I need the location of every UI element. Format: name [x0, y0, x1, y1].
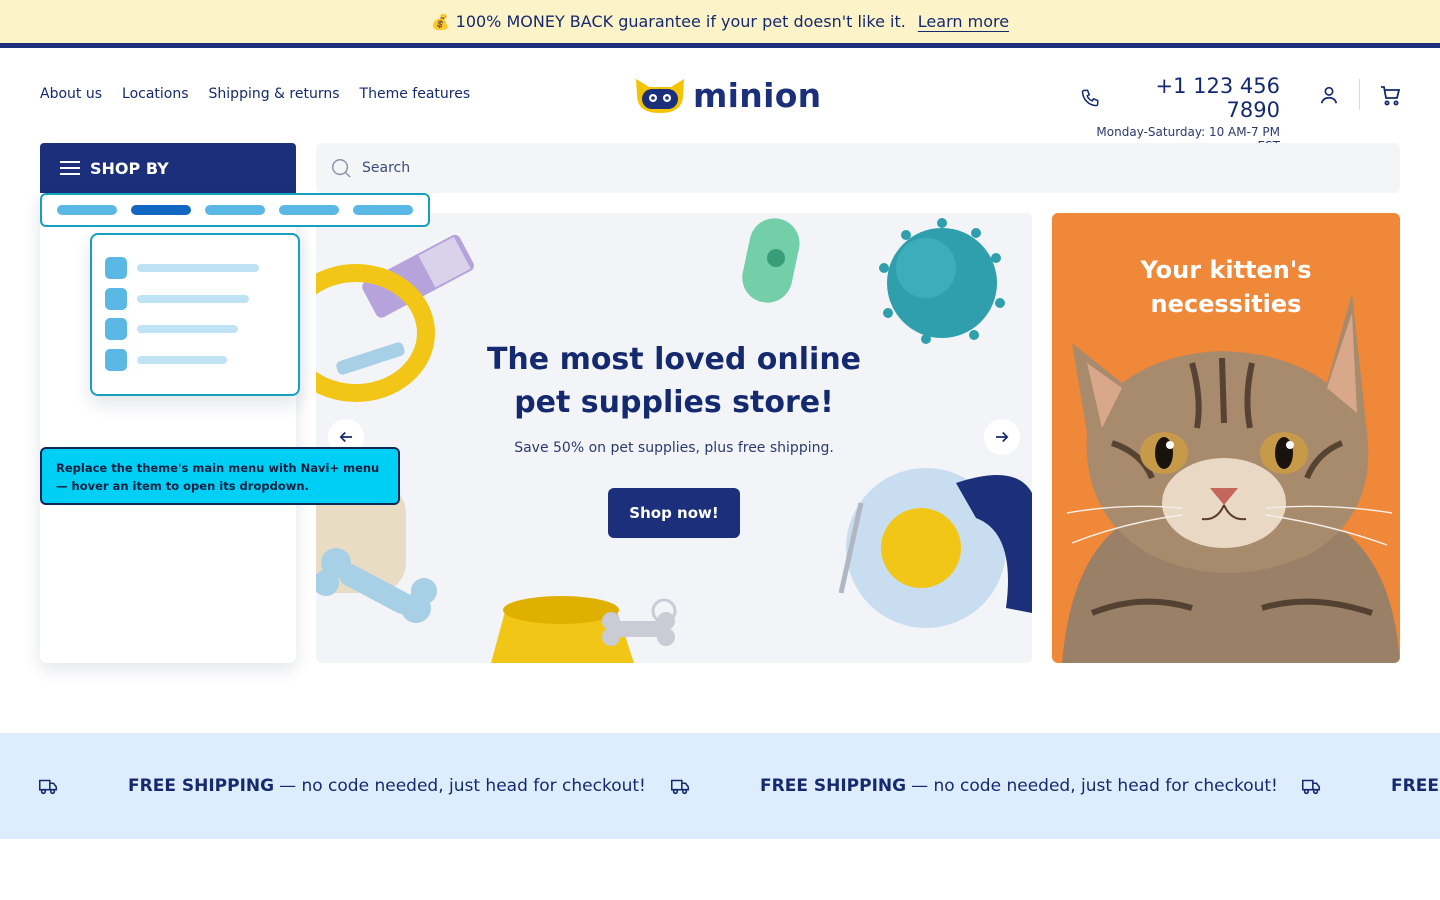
navi-menu-item[interactable] [205, 205, 265, 215]
navi-plus-tooltip: Replace the theme's main menu with Navi+… [40, 447, 400, 505]
free-shipping-message: FREE SHIPPING — no code needed, just hea… [128, 776, 646, 796]
hamburger-icon [60, 161, 80, 175]
phone-contact: +1 123 456 7890 Monday-Saturday: 10 AM-7… [1080, 74, 1280, 153]
announcement-border [0, 43, 1440, 48]
account-button[interactable] [1318, 84, 1340, 110]
site-logo[interactable]: minion [633, 76, 821, 115]
dropdown-item-placeholder [137, 325, 238, 333]
promo-title-line-2: necessities [1150, 290, 1302, 318]
dropdown-item[interactable] [105, 348, 298, 371]
dropdown-item-icon [105, 257, 127, 279]
cart-icon [1381, 86, 1401, 106]
nav-theme-features[interactable]: Theme features [360, 86, 471, 102]
header-nav: About us Locations Shipping & returns Th… [40, 86, 470, 102]
dropdown-item-icon [105, 287, 127, 310]
phone-number[interactable]: +1 123 456 7890 [1110, 74, 1280, 122]
arrow-left-icon [339, 431, 352, 443]
navi-menu-item-active[interactable] [131, 205, 191, 215]
free-shipping-bold-partial: FREE S [1391, 776, 1440, 796]
free-shipping-bold: FREE SHIPPING [760, 776, 907, 796]
dropdown-item-icon [105, 348, 127, 371]
search-input[interactable] [362, 160, 1262, 176]
cart-button[interactable] [1378, 83, 1402, 111]
dropdown-item-placeholder [137, 264, 259, 272]
hero-title-line-1: The most loved online [486, 342, 862, 377]
dropdown-item-placeholder [137, 355, 227, 364]
nav-about-us[interactable]: About us [40, 86, 102, 102]
dropdown-item[interactable] [105, 318, 298, 340]
truck-icon [670, 779, 690, 795]
promo-title: Your kitten's necessities [1052, 253, 1400, 321]
kitten-promo-card[interactable]: Your kitten's necessities [1052, 213, 1400, 663]
hero-title: The most loved online pet supplies store… [316, 338, 1032, 424]
navi-menu-item[interactable] [353, 205, 413, 215]
nav-shipping-returns[interactable]: Shipping & returns [209, 86, 340, 102]
free-shipping-marquee: FREE SHIPPING — no code needed, just hea… [0, 733, 1440, 839]
navi-plus-menu-bar [40, 193, 430, 227]
learn-more-link[interactable]: Learn more [918, 12, 1009, 31]
truck-icon [38, 779, 58, 795]
free-shipping-message-partial: FREE S [1391, 776, 1440, 796]
nav-locations[interactable]: Locations [122, 86, 189, 102]
shop-now-button[interactable]: Shop now! [608, 488, 740, 538]
money-bag-icon: 💰 [430, 12, 450, 31]
dropdown-item-icon [105, 318, 127, 340]
promo-title-line-1: Your kitten's [1140, 256, 1312, 284]
dropdown-item-placeholder [137, 294, 249, 303]
phone-icon [1081, 89, 1099, 107]
truck-icon [1301, 779, 1321, 795]
free-shipping-text: — no code needed, just head for checkout… [911, 776, 1278, 796]
hero-title-line-2: pet supplies store! [514, 385, 834, 420]
free-shipping-bold: FREE SHIPPING [128, 776, 275, 796]
hero-subtitle: Save 50% on pet supplies, plus free ship… [514, 440, 834, 456]
pet-products-illustration [316, 218, 1032, 663]
hero-slider: The most loved online pet supplies store… [316, 213, 1032, 663]
dropdown-item[interactable] [105, 257, 298, 279]
user-icon [1320, 86, 1338, 104]
slider-next-button[interactable] [984, 419, 1020, 455]
announcement-text: 100% MONEY BACK guarantee if your pet do… [455, 12, 906, 31]
free-shipping-message: FREE SHIPPING — no code needed, just hea… [760, 776, 1278, 796]
minion-mascot-icon [636, 78, 684, 113]
dropdown-item[interactable] [105, 287, 298, 310]
arrow-right-icon [996, 431, 1009, 443]
free-shipping-text: — no code needed, just head for checkout… [279, 776, 646, 796]
search-icon [332, 159, 351, 178]
header-divider [1359, 79, 1360, 110]
navi-plus-dropdown [90, 233, 300, 396]
shop-by-label: SHOP BY [90, 158, 169, 178]
shop-by-button[interactable]: SHOP BY [40, 143, 296, 193]
navi-menu-item[interactable] [57, 205, 117, 215]
navi-menu-item[interactable] [279, 205, 339, 215]
logo-text: minion [693, 76, 822, 115]
search-bar[interactable] [316, 143, 1400, 193]
announcement-bar: 💰 100% MONEY BACK guarantee if your pet … [0, 0, 1440, 43]
